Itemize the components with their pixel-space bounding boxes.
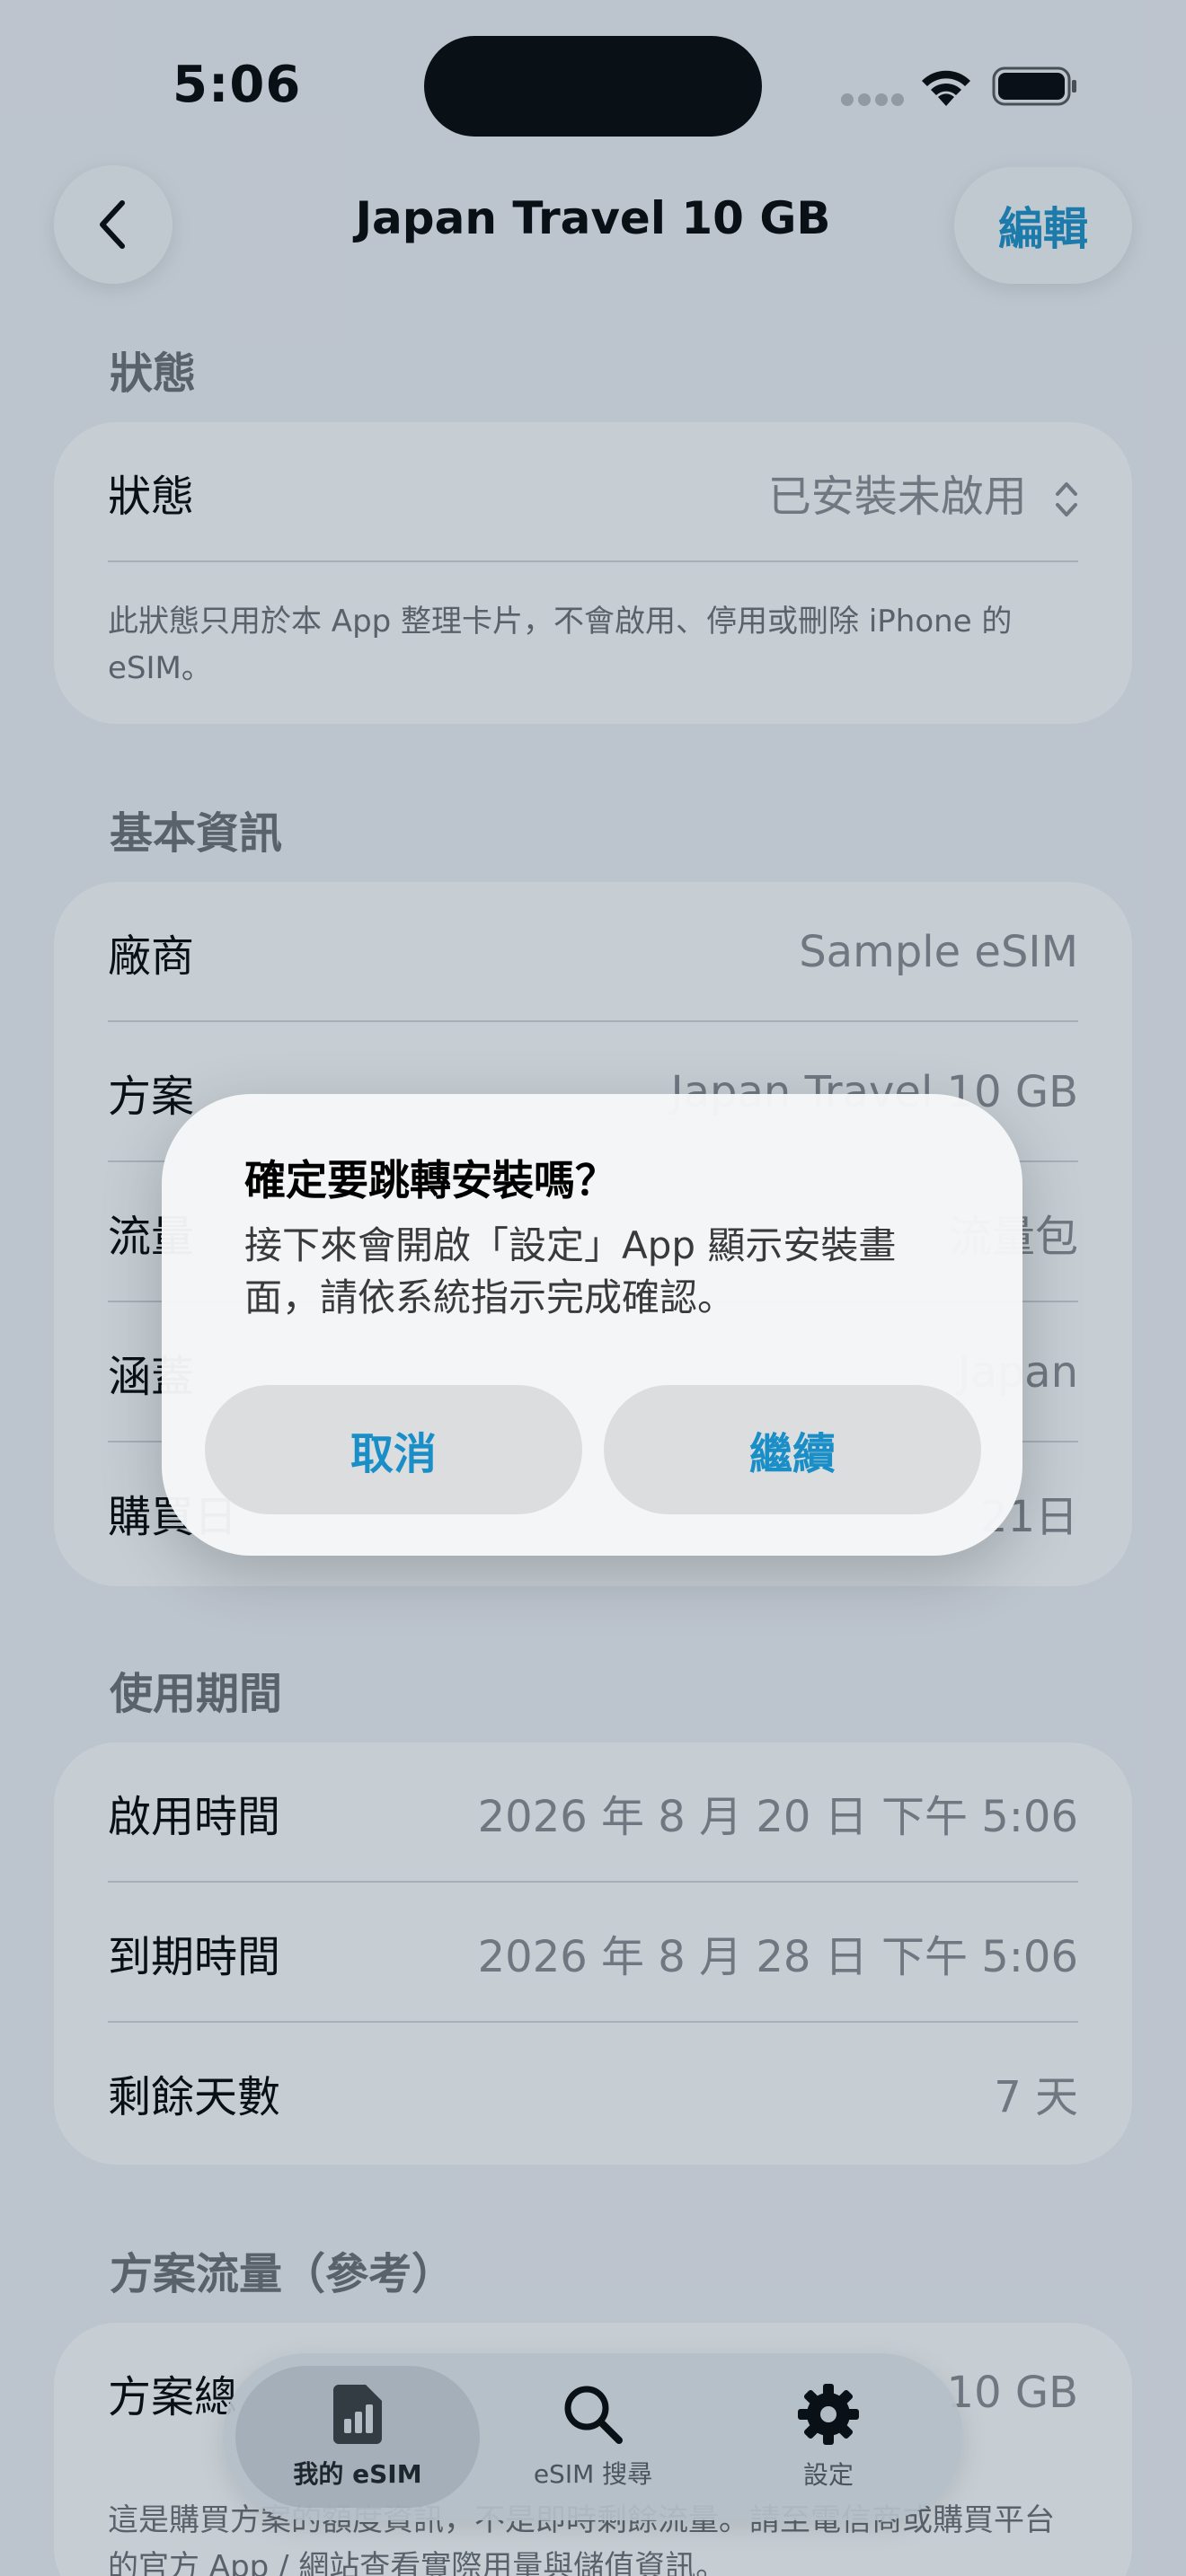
screen: 5:06 Japan Travel 10 GB 編輯 狀態 狀態 已安裝未啟用 (0, 0, 1186, 2576)
continue-button[interactable]: 繼續 (604, 1385, 981, 1514)
confirm-alert: 確定要跳轉安裝嗎？ 接下來會開啟「設定」App 顯示安裝畫面，請依系統指示完成確… (162, 1094, 1022, 1556)
alert-title: 確定要跳轉安裝嗎？ (244, 1156, 616, 1204)
alert-message: 接下來會開啟「設定」App 顯示安裝畫面，請依系統指示完成確認。 (244, 1223, 897, 1319)
cancel-button[interactable]: 取消 (205, 1385, 582, 1514)
